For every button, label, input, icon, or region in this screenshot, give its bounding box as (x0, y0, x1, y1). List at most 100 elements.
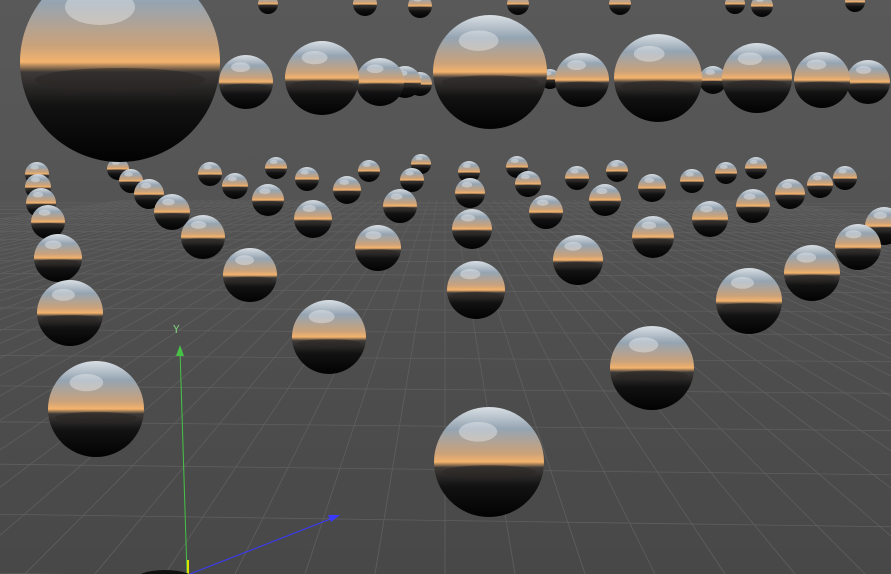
chrome-sphere[interactable] (252, 184, 284, 216)
sphere-highlight (460, 268, 481, 280)
chrome-sphere[interactable] (294, 200, 332, 238)
chrome-sphere[interactable] (48, 361, 144, 457)
chrome-sphere[interactable] (609, 0, 631, 15)
sphere-body (181, 215, 225, 259)
chrome-sphere[interactable] (725, 0, 745, 14)
chrome-sphere[interactable] (835, 224, 881, 270)
chrome-sphere[interactable] (356, 58, 404, 106)
sphere-reflection-land (726, 4, 744, 8)
sphere-reflection-land (720, 302, 778, 311)
sphere-highlight (235, 255, 255, 266)
sphere-reflection-land (838, 248, 878, 254)
chrome-sphere[interactable] (355, 225, 401, 271)
chrome-sphere[interactable] (507, 0, 529, 15)
sphere-reflection-land (716, 173, 736, 177)
chrome-sphere[interactable] (447, 261, 505, 319)
chrome-sphere[interactable] (515, 171, 541, 197)
sphere-reflection-land (441, 75, 539, 90)
viewport-scene[interactable]: Y (0, 0, 891, 574)
chrome-sphere[interactable] (833, 166, 857, 190)
chrome-sphere[interactable] (529, 195, 563, 229)
sphere-body (745, 157, 767, 179)
chrome-sphere[interactable] (34, 234, 82, 282)
chrome-sphere[interactable] (219, 55, 273, 109)
sphere-reflection-land (738, 207, 768, 212)
chrome-sphere[interactable] (745, 157, 767, 179)
chrome-sphere[interactable] (784, 245, 840, 301)
y-axis-label: Y (173, 323, 180, 336)
chrome-sphere[interactable] (722, 43, 792, 113)
chrome-sphere[interactable] (610, 326, 694, 410)
sphere-highlight (838, 169, 847, 174)
sphere-body (775, 179, 805, 209)
chrome-sphere[interactable] (680, 169, 704, 193)
3d-viewport[interactable]: Y (0, 0, 891, 574)
chrome-sphere[interactable] (845, 0, 865, 12)
sphere-reflection-land (849, 83, 887, 89)
chrome-sphere[interactable] (408, 0, 432, 18)
chrome-sphere[interactable] (565, 166, 589, 190)
chrome-sphere[interactable] (452, 209, 492, 249)
sphere-reflection-land (35, 68, 205, 92)
chrome-sphere[interactable] (632, 216, 674, 258)
chrome-sphere[interactable] (807, 172, 833, 198)
chrome-sphere[interactable] (589, 184, 621, 216)
chrome-sphere[interactable] (154, 194, 190, 230)
chrome-sphere[interactable] (353, 0, 377, 16)
chrome-sphere[interactable] (455, 178, 485, 208)
chrome-sphere[interactable] (223, 248, 277, 302)
sphere-reflection-land (591, 200, 619, 205)
chrome-sphere[interactable] (638, 174, 666, 202)
sphere-reflection-land (798, 81, 846, 89)
sphere-reflection-land (694, 220, 726, 225)
sphere-highlight (644, 177, 655, 183)
chrome-sphere[interactable] (285, 41, 359, 115)
chrome-sphere[interactable] (606, 160, 628, 182)
chrome-sphere[interactable] (358, 160, 380, 182)
chrome-sphere[interactable] (751, 0, 773, 17)
sphere-reflection-land (55, 411, 137, 424)
sphere-reflection-land (455, 230, 489, 236)
chrome-sphere[interactable] (846, 60, 890, 104)
chrome-sphere[interactable] (383, 189, 417, 223)
chrome-sphere[interactable] (555, 53, 609, 107)
sphere-body (48, 361, 144, 457)
chrome-sphere[interactable] (400, 168, 424, 192)
chrome-sphere[interactable] (434, 407, 544, 517)
chrome-sphere[interactable] (614, 34, 702, 122)
chrome-sphere[interactable] (292, 300, 366, 374)
chrome-sphere[interactable] (222, 173, 248, 199)
chrome-sphere-partial[interactable] (135, 570, 195, 574)
chrome-sphere[interactable] (37, 280, 103, 346)
sphere-highlight (610, 162, 619, 167)
chrome-sphere[interactable] (736, 189, 770, 223)
chrome-sphere[interactable] (20, 0, 220, 162)
chrome-sphere[interactable] (181, 215, 225, 259)
chrome-sphere[interactable] (258, 0, 278, 14)
sphere-body (507, 0, 529, 15)
sphere-highlight (203, 165, 212, 170)
chrome-sphere[interactable] (716, 268, 782, 334)
chrome-sphere[interactable] (198, 162, 222, 186)
sphere-body (609, 0, 631, 15)
sphere-body (638, 174, 666, 202)
sphere-array[interactable] (20, 0, 891, 574)
sphere-body (34, 234, 82, 282)
chrome-sphere[interactable] (333, 176, 361, 204)
sphere-highlight (633, 45, 665, 62)
chrome-sphere[interactable] (794, 52, 850, 108)
sphere-body (358, 160, 380, 182)
chrome-sphere[interactable] (553, 235, 603, 285)
sphere-body (529, 195, 563, 229)
chrome-sphere[interactable] (31, 205, 65, 239)
chrome-sphere[interactable] (715, 162, 737, 184)
chrome-sphere[interactable] (265, 157, 287, 179)
sphere-reflection-land (616, 370, 688, 381)
sphere-highlight (415, 156, 423, 161)
sphere-highlight (124, 172, 133, 177)
chrome-sphere[interactable] (775, 179, 805, 209)
chrome-sphere[interactable] (692, 201, 728, 237)
chrome-sphere[interactable] (295, 167, 319, 191)
chrome-sphere[interactable] (433, 15, 547, 129)
sphere-body (565, 166, 589, 190)
